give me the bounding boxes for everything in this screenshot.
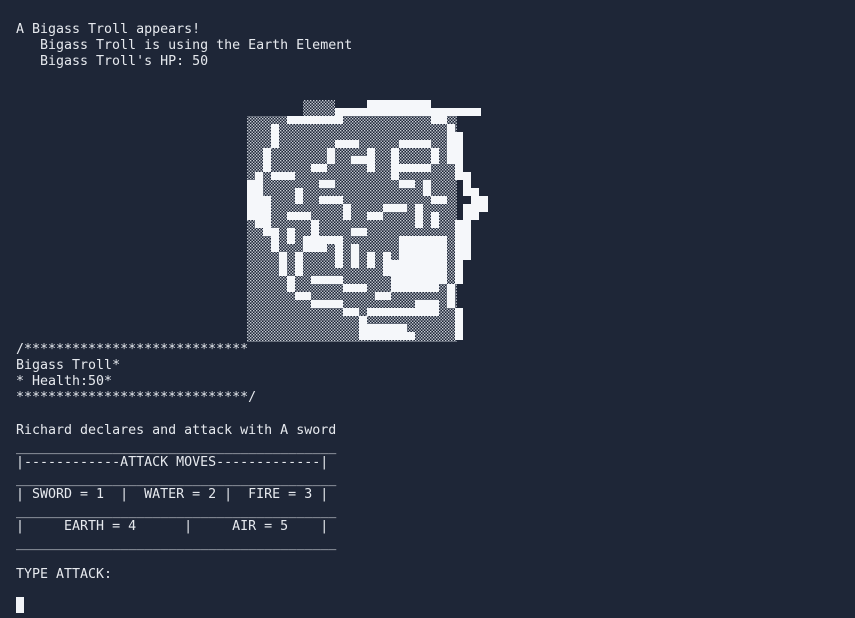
enemy-name: Bigass Troll* [16, 358, 121, 373]
enemy-health: * Health:50* [16, 374, 113, 389]
troll-face-art [247, 100, 488, 342]
attack-moves-title: |------------ATTACK MOVES-------------| [16, 455, 329, 470]
pixel [311, 276, 343, 284]
pixel [367, 148, 375, 172]
pixel [399, 236, 447, 244]
pixel [431, 212, 439, 228]
pixel [279, 252, 287, 276]
menu-rule: ________________________________________ [16, 536, 337, 551]
attack-prompt: TYPE ATTACK: [16, 567, 113, 582]
pixel [319, 180, 335, 188]
pixel [431, 148, 439, 164]
pixel [423, 180, 431, 196]
pixel [263, 196, 271, 236]
pixel [399, 180, 415, 188]
pixel [471, 188, 479, 220]
pixel [367, 100, 431, 108]
pixel [335, 140, 359, 148]
pixel [351, 156, 367, 164]
enemy-element-text: Bigass Troll is using the Earth Element [40, 38, 353, 53]
pixel [343, 308, 359, 316]
pixel [479, 196, 488, 212]
pixel [351, 228, 367, 236]
pixel [463, 172, 471, 196]
pixel [319, 196, 343, 204]
pixel [391, 284, 439, 292]
status-box-top: /**************************** [16, 342, 249, 357]
pixel [399, 244, 447, 252]
pixel [247, 180, 255, 220]
pixel [351, 244, 359, 268]
status-box-bottom: *****************************/ [16, 390, 257, 405]
pixel [255, 172, 263, 228]
pixel [367, 308, 439, 316]
menu-rule: ________________________________________ [16, 472, 337, 487]
pixel [271, 228, 279, 252]
pixel [463, 204, 471, 260]
battle-log-text: Richard declares and attack with A sword [16, 423, 337, 438]
pixel [455, 308, 463, 340]
pixel [287, 116, 343, 124]
pixel [335, 244, 343, 268]
pixel [391, 260, 447, 284]
pixel [287, 228, 295, 244]
pixel [399, 164, 431, 172]
pixel [455, 132, 463, 180]
pixel [367, 324, 407, 332]
pixel [431, 116, 447, 124]
pixel [447, 124, 455, 164]
text-cursor[interactable] [16, 597, 24, 613]
pixel [327, 148, 335, 164]
pixel [399, 252, 447, 260]
pixel [343, 284, 367, 292]
pixel [343, 204, 351, 220]
pixel [311, 220, 319, 236]
enemy-hp-text: Bigass Troll's HP: 50 [40, 54, 209, 69]
pixel [311, 164, 327, 172]
pixel [359, 316, 367, 340]
pixel [367, 332, 415, 340]
pixel [415, 300, 439, 308]
pixel [271, 124, 279, 148]
pixel [335, 108, 481, 116]
pixel [303, 236, 343, 244]
pixel [391, 148, 399, 180]
pixel [263, 148, 271, 172]
pixel [383, 252, 391, 276]
pixel [415, 204, 423, 228]
shade-top [303, 100, 335, 118]
pixel [295, 252, 303, 276]
menu-rule: ________________________________________ [16, 440, 337, 455]
pixel [383, 204, 407, 212]
pixel [367, 212, 383, 220]
terminal-window: A Bigass Troll appears! Bigass Troll is … [0, 0, 855, 618]
pixel [287, 276, 295, 292]
pixel [295, 292, 311, 300]
attack-moves-row-2: | EARTH = 4 | AIR = 5 | [16, 519, 329, 534]
menu-rule: ________________________________________ [16, 504, 337, 519]
pixel [367, 252, 375, 268]
pixel [303, 244, 327, 252]
pixel [447, 284, 455, 308]
encounter-text: A Bigass Troll appears! [16, 22, 201, 37]
pixel [399, 140, 431, 148]
pixel [455, 220, 463, 284]
pixel [431, 196, 447, 204]
attack-moves-row-1: | SWORD = 1 | WATER = 2 | FIRE = 3 | [16, 487, 329, 502]
pixel [311, 300, 343, 308]
pixel [295, 188, 303, 204]
pixel [287, 212, 311, 220]
pixel [271, 172, 295, 180]
pixel [375, 292, 391, 300]
